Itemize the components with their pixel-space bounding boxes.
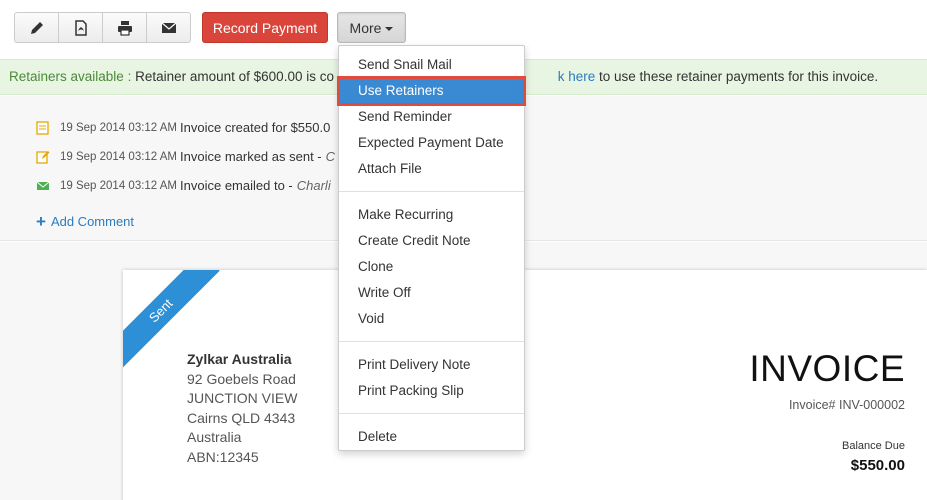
- pdf-icon: [74, 19, 87, 36]
- more-button-label: More: [349, 19, 382, 36]
- menu-divider: [339, 191, 524, 192]
- print-icon: [117, 20, 132, 36]
- activity-item: 19 Sep 2014 03:12 AM Invoice marked as s…: [36, 149, 335, 164]
- activity-user: C: [325, 149, 336, 164]
- menu-item-make-recurring[interactable]: Make Recurring: [339, 202, 524, 228]
- plus-icon: +: [36, 212, 46, 231]
- menu-divider: [339, 341, 524, 342]
- retainer-link[interactable]: k here: [558, 69, 596, 84]
- address-line: 92 Goebels Road: [187, 370, 296, 387]
- menu-item-print-packing-slip[interactable]: Print Packing Slip: [339, 378, 524, 404]
- retainer-text-after: to use these retainer payments for this …: [599, 69, 879, 84]
- retainer-text: Retainer amount of $600.00 is co: [135, 69, 334, 84]
- activity-text: Invoice marked as sent -: [180, 149, 322, 164]
- caret-down-icon: [385, 26, 394, 31]
- activity-item: 19 Sep 2014 03:12 AM Invoice emailed to …: [36, 178, 331, 193]
- invoice-number: Invoice# INV-000002: [788, 398, 905, 412]
- menu-item-create-credit-note[interactable]: Create Credit Note: [339, 228, 524, 254]
- menu-item-attach-file[interactable]: Attach File: [339, 156, 524, 182]
- pdf-button[interactable]: [58, 12, 103, 43]
- menu-item-write-off[interactable]: Write Off: [339, 280, 524, 306]
- menu-item-delete[interactable]: Delete: [339, 424, 524, 450]
- invoice-document: Sent Zylkar Australia 92 Goebels Road JU…: [123, 270, 927, 500]
- more-menu: Send Snail Mail Use Retainers Send Remin…: [337, 45, 526, 451]
- address-line: Cairns QLD 4343: [187, 409, 296, 426]
- menu-item-send-reminder[interactable]: Send Reminder: [339, 104, 524, 130]
- menu-divider: [339, 413, 524, 414]
- add-comment-link[interactable]: + Add Comment: [36, 212, 135, 231]
- balance-due-amount: $550.00: [850, 457, 905, 474]
- edit-note-icon: [36, 150, 50, 164]
- activity-user: Charli: [296, 178, 331, 193]
- address-line: ABN:12345: [187, 448, 259, 465]
- more-button[interactable]: More: [337, 12, 406, 43]
- menu-item-use-retainers[interactable]: Use Retainers: [337, 76, 526, 106]
- activity-time: 19 Sep 2014 03:12 AM: [60, 150, 178, 163]
- address-line: Australia: [187, 429, 242, 445]
- balance-due-label: Balance Due: [842, 440, 905, 452]
- email-button[interactable]: [146, 12, 191, 43]
- invoice-title: INVOICE: [749, 348, 905, 389]
- activity-time: 19 Sep 2014 03:12 AM: [60, 179, 178, 192]
- note-icon: [36, 120, 49, 135]
- edit-button[interactable]: [14, 12, 59, 43]
- activity-time: 19 Sep 2014 03:12 AM: [60, 121, 178, 134]
- menu-item-send-snail-mail[interactable]: Send Snail Mail: [339, 52, 524, 78]
- organization-name: Zylkar Australia: [187, 351, 292, 367]
- retainer-label: Retainers available :: [9, 69, 132, 84]
- menu-item-void[interactable]: Void: [339, 306, 524, 332]
- organization-address: Zylkar Australia 92 Goebels Road JUNCTIO…: [187, 350, 297, 467]
- record-payment-button[interactable]: Record Payment: [202, 12, 328, 43]
- print-button[interactable]: [102, 12, 147, 43]
- menu-item-print-delivery-note[interactable]: Print Delivery Note: [339, 352, 524, 378]
- menu-item-clone[interactable]: Clone: [339, 254, 524, 280]
- activity-text: Invoice created for $550.0: [180, 120, 331, 135]
- menu-item-expected-payment-date[interactable]: Expected Payment Date: [339, 130, 524, 156]
- email-icon: [161, 22, 176, 33]
- edit-icon: [30, 21, 43, 34]
- action-button-group: [14, 12, 191, 43]
- activity-item: 19 Sep 2014 03:12 AM Invoice created for…: [36, 120, 330, 135]
- activity-text: Invoice emailed to -: [180, 178, 293, 193]
- address-line: JUNCTION VIEW: [187, 390, 298, 406]
- mail-icon: [36, 181, 50, 190]
- add-comment-label: Add Comment: [50, 214, 135, 229]
